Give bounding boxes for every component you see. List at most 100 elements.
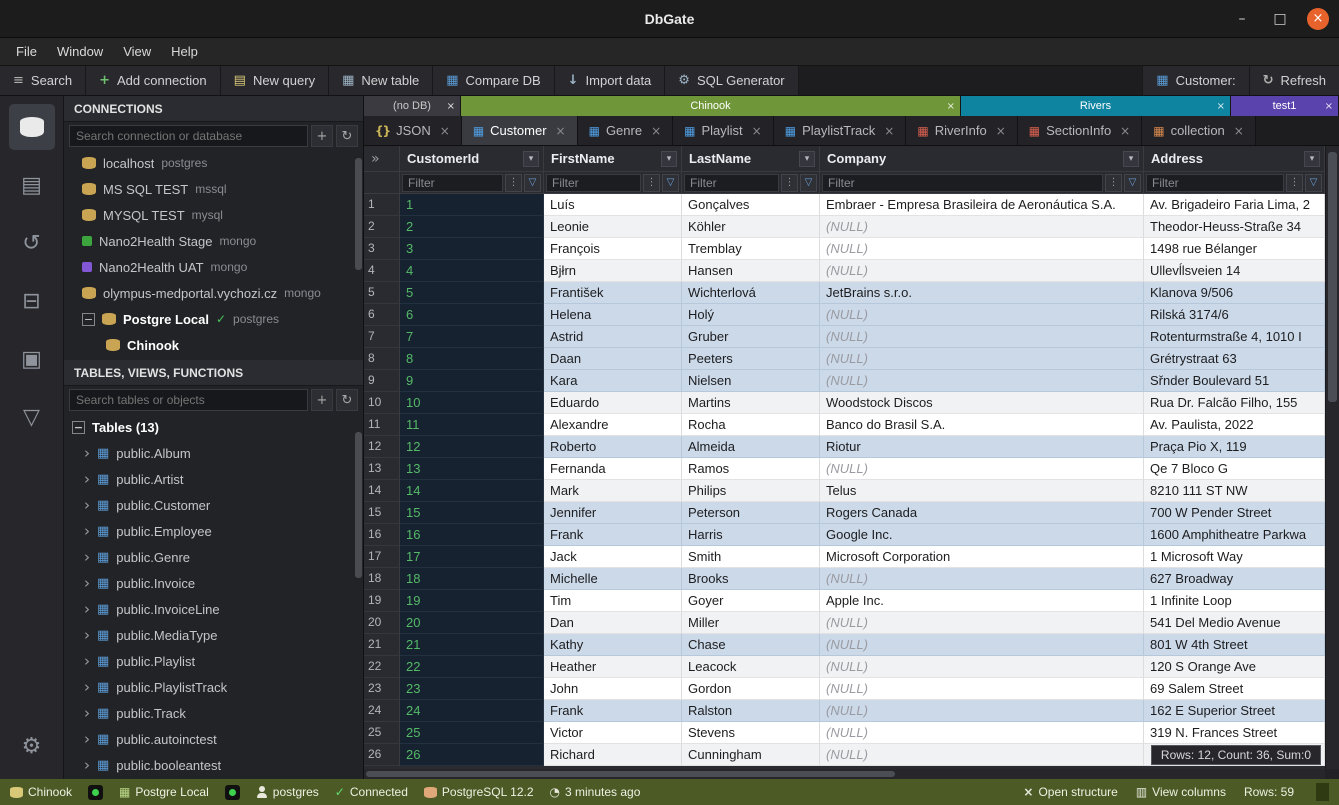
- company-cell[interactable]: (NULL): [820, 722, 1144, 744]
- row-number-cell[interactable]: 14: [364, 480, 400, 502]
- row-number-cell[interactable]: 2: [364, 216, 400, 238]
- customerid-cell[interactable]: 18: [400, 568, 544, 590]
- table-item[interactable]: › public.Customer: [64, 492, 363, 518]
- company-cell[interactable]: (NULL): [820, 678, 1144, 700]
- lastname-cell[interactable]: Ralston: [682, 700, 820, 722]
- chevron-right-icon[interactable]: ›: [84, 626, 90, 644]
- filter-input[interactable]: [684, 174, 779, 192]
- menu-item[interactable]: File: [6, 40, 47, 63]
- address-cell[interactable]: 1600 Amphitheatre Parkwa: [1144, 524, 1325, 546]
- company-cell[interactable]: Rogers Canada: [820, 502, 1144, 524]
- row-number-cell[interactable]: 7: [364, 326, 400, 348]
- company-cell[interactable]: (NULL): [820, 612, 1144, 634]
- lastname-cell[interactable]: Rocha: [682, 414, 820, 436]
- chevron-right-icon[interactable]: ›: [84, 548, 90, 566]
- row-number-cell[interactable]: 5: [364, 282, 400, 304]
- chevron-down-icon[interactable]: ▾: [661, 151, 677, 167]
- company-cell[interactable]: Telus: [820, 480, 1144, 502]
- filter-input[interactable]: [822, 174, 1103, 192]
- customerid-cell[interactable]: 15: [400, 502, 544, 524]
- table-item[interactable]: › public.Artist: [64, 466, 363, 492]
- close-icon[interactable]: ×: [651, 124, 661, 138]
- grid-corner-button[interactable]: »: [364, 146, 400, 172]
- tables-search-input[interactable]: [69, 389, 308, 411]
- company-cell[interactable]: (NULL): [820, 458, 1144, 480]
- tab[interactable]: RiverInfo ×: [906, 116, 1017, 145]
- toolbar-button[interactable]: Search: [0, 66, 86, 95]
- firstname-cell[interactable]: Jennifer: [544, 502, 682, 524]
- refresh-icon[interactable]: ↻: [336, 125, 358, 147]
- row-number-cell[interactable]: 6: [364, 304, 400, 326]
- row-number-cell[interactable]: 8: [364, 348, 400, 370]
- close-icon[interactable]: ×: [447, 101, 455, 112]
- toolbar-button[interactable]: Refresh: [1249, 66, 1339, 95]
- customerid-cell[interactable]: 14: [400, 480, 544, 502]
- toolbar-button[interactable]: Import data: [555, 66, 666, 95]
- customerid-cell[interactable]: 16: [400, 524, 544, 546]
- lastname-cell[interactable]: Gonçalves: [682, 194, 820, 216]
- address-cell[interactable]: Ullevĺlsveien 14: [1144, 260, 1325, 282]
- connection-item[interactable]: Nano2Health Stage mongo: [64, 228, 363, 254]
- tab[interactable]: Genre ×: [578, 116, 674, 145]
- address-cell[interactable]: Rilská 3174/6: [1144, 304, 1325, 326]
- address-cell[interactable]: 627 Broadway: [1144, 568, 1325, 590]
- firstname-cell[interactable]: Michelle: [544, 568, 682, 590]
- table-item[interactable]: › public.Invoice: [64, 570, 363, 596]
- funnel-icon[interactable]: ▽: [1305, 174, 1322, 192]
- address-cell[interactable]: 1 Microsoft Way: [1144, 546, 1325, 568]
- filter-input[interactable]: [402, 174, 503, 192]
- lastname-cell[interactable]: Stevens: [682, 722, 820, 744]
- company-cell[interactable]: (NULL): [820, 326, 1144, 348]
- connection-item[interactable]: localhost postgres: [64, 150, 363, 176]
- firstname-cell[interactable]: Luís: [544, 194, 682, 216]
- address-cell[interactable]: 801 W 4th Street: [1144, 634, 1325, 656]
- vertical-scrollbar-thumb[interactable]: [1328, 152, 1337, 402]
- statusbar-item[interactable]: [88, 785, 103, 800]
- row-number-cell[interactable]: 17: [364, 546, 400, 568]
- lastname-cell[interactable]: Chase: [682, 634, 820, 656]
- statusbar-item[interactable]: PostgreSQL 12.2: [424, 785, 534, 799]
- chevron-right-icon[interactable]: ›: [84, 600, 90, 618]
- activity-bar-item[interactable]: [9, 220, 55, 266]
- company-cell[interactable]: Woodstock Discos: [820, 392, 1144, 414]
- company-cell[interactable]: JetBrains s.r.o.: [820, 282, 1144, 304]
- address-cell[interactable]: Rotenturmstraße 4, 1010 I: [1144, 326, 1325, 348]
- row-number-cell[interactable]: 23: [364, 678, 400, 700]
- statusbar-item[interactable]: Rows: 59: [1244, 785, 1294, 799]
- toolbar-button[interactable]: SQL Generator: [665, 66, 798, 95]
- firstname-cell[interactable]: Frank: [544, 700, 682, 722]
- firstname-cell[interactable]: Richard: [544, 744, 682, 766]
- firstname-cell[interactable]: Dan: [544, 612, 682, 634]
- connections-scrollbar[interactable]: [355, 158, 362, 270]
- lastname-cell[interactable]: Almeida: [682, 436, 820, 458]
- row-number-cell[interactable]: 11: [364, 414, 400, 436]
- customerid-cell[interactable]: 22: [400, 656, 544, 678]
- filter-menu-icon[interactable]: ⋮: [781, 174, 798, 192]
- address-cell[interactable]: Av. Paulista, 2022: [1144, 414, 1325, 436]
- chevron-right-icon[interactable]: ›: [84, 574, 90, 592]
- lastname-cell[interactable]: Gruber: [682, 326, 820, 348]
- firstname-cell[interactable]: Bjłrn: [544, 260, 682, 282]
- column-header[interactable]: FirstName ▾: [544, 146, 682, 172]
- row-number-cell[interactable]: 16: [364, 524, 400, 546]
- row-number-cell[interactable]: 9: [364, 370, 400, 392]
- lastname-cell[interactable]: Gordon: [682, 678, 820, 700]
- customerid-cell[interactable]: 25: [400, 722, 544, 744]
- row-number-cell[interactable]: 3: [364, 238, 400, 260]
- company-cell[interactable]: Apple Inc.: [820, 590, 1144, 612]
- row-number-cell[interactable]: 24: [364, 700, 400, 722]
- tab[interactable]: SectionInfo ×: [1018, 116, 1142, 145]
- row-number-cell[interactable]: 18: [364, 568, 400, 590]
- address-cell[interactable]: Av. Brigadeiro Faria Lima, 2: [1144, 194, 1325, 216]
- connection-item[interactable]: Nano2Health UAT mongo: [64, 254, 363, 280]
- statusbar-item[interactable]: 3 minutes ago: [550, 785, 641, 799]
- row-number-cell[interactable]: 22: [364, 656, 400, 678]
- activity-bar-item[interactable]: [9, 278, 55, 324]
- close-icon[interactable]: ×: [556, 124, 566, 138]
- chevron-right-icon[interactable]: ›: [84, 730, 90, 748]
- table-item[interactable]: › public.booleantest: [64, 752, 363, 778]
- firstname-cell[interactable]: Kathy: [544, 634, 682, 656]
- close-icon[interactable]: ×: [440, 124, 450, 138]
- lastname-cell[interactable]: Brooks: [682, 568, 820, 590]
- connections-search-input[interactable]: [69, 125, 308, 147]
